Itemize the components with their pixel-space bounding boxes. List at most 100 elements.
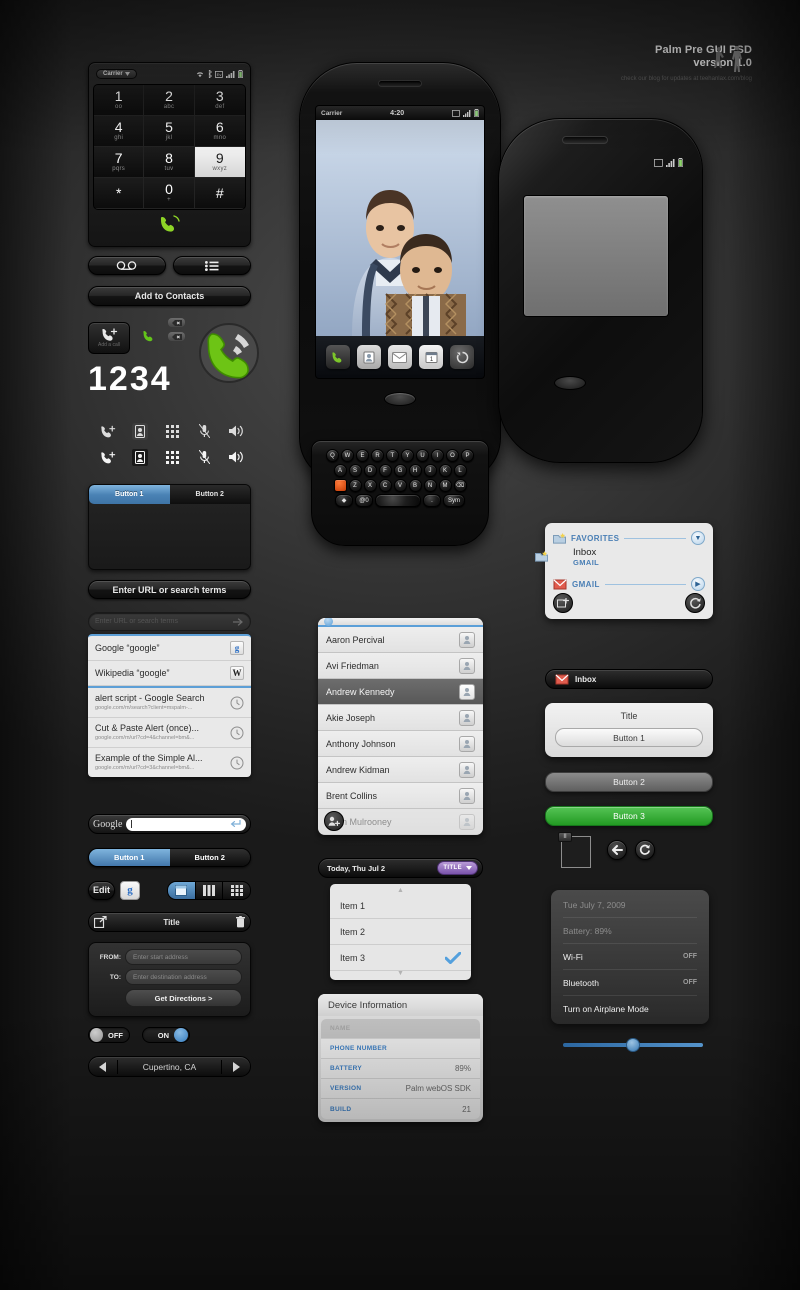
scroll-handle[interactable]: [324, 618, 333, 626]
dial-key-3[interactable]: 3 def: [194, 85, 245, 116]
add-contact-fab[interactable]: [324, 811, 344, 831]
list-item[interactable]: Item 1: [330, 893, 471, 919]
edit-button[interactable]: Edit: [88, 880, 115, 900]
search-result-item[interactable]: Wikipedia “google” W: [88, 661, 251, 686]
dial-key-0[interactable]: 0 +: [144, 178, 195, 209]
collapse-chevron-down-icon[interactable]: ▼: [691, 531, 705, 545]
list-item[interactable]: Item 2: [330, 919, 471, 945]
stepper-next-button[interactable]: [222, 1061, 250, 1072]
clear-buttons-group[interactable]: [168, 318, 185, 341]
share-icon[interactable]: [94, 916, 107, 928]
key-B[interactable]: B: [408, 479, 422, 492]
sync-refresh-button[interactable]: [685, 593, 705, 613]
key-H[interactable]: H: [408, 464, 422, 477]
url-bar-button[interactable]: Enter URL or search terms: [88, 580, 251, 599]
favorites-row[interactable]: FAVORITES ▼: [553, 529, 705, 547]
gesture-area-button[interactable]: [384, 392, 416, 406]
view-mode-switcher[interactable]: [167, 880, 251, 900]
contact-row[interactable]: Anthony Johnson: [318, 731, 483, 757]
key-J[interactable]: J: [423, 464, 437, 477]
dialer-keypad[interactable]: 1 oo 2 abc 3 def 4 ghi 5 jkl 6 mno 7 pqrs 8 tuv …: [93, 84, 246, 210]
key-F[interactable]: F: [378, 464, 392, 477]
key-L[interactable]: L: [453, 464, 467, 477]
add-to-contacts-button[interactable]: Add to Contacts: [88, 286, 251, 306]
dial-key-star[interactable]: *: [94, 178, 145, 209]
slide-out-keyboard[interactable]: Q W E R T Y U I O P A S D F G H J K L Z …: [311, 440, 489, 546]
period-key[interactable]: .: [423, 494, 441, 507]
dialog-button-3-green[interactable]: Button 3: [545, 806, 713, 826]
dial-key-2[interactable]: 2 abc: [144, 85, 195, 116]
dial-key-1[interactable]: 1 oo: [94, 85, 145, 116]
contacts-scrollbar[interactable]: [318, 618, 483, 627]
switch-off[interactable]: OFF: [88, 1027, 130, 1043]
tab-button-1[interactable]: Button 1: [89, 485, 170, 504]
dial-key-8[interactable]: 8 tuv: [144, 147, 195, 178]
compose-mail-button[interactable]: [553, 593, 573, 613]
contact-row[interactable]: Brent Collins: [318, 783, 483, 809]
contacts-app-icon[interactable]: [356, 345, 381, 369]
key-G[interactable]: G: [393, 464, 407, 477]
speaker-grid-icon[interactable]: [220, 418, 252, 444]
settings-bluetooth-row[interactable]: Bluetooth OFF: [563, 970, 697, 996]
scroll-down-arrow-icon[interactable]: ▼: [330, 970, 471, 977]
search-result-item[interactable]: Cut & Paste Alert (once)... google.com/m…: [88, 718, 251, 748]
search-input[interactable]: Enter URL or search terms: [88, 612, 251, 631]
mute-grid-icon[interactable]: [188, 418, 220, 444]
add-call-grid-icon[interactable]: [92, 418, 124, 444]
card-widget[interactable]: II: [558, 832, 591, 868]
speaker-grid-icon-row2[interactable]: [220, 444, 252, 470]
trash-icon[interactable]: [236, 916, 245, 928]
list-item-checked[interactable]: Item 3: [330, 945, 471, 971]
dial-key-hash[interactable]: #: [194, 178, 245, 209]
carrier-dropdown[interactable]: Carrier: [96, 69, 137, 79]
large-call-icon[interactable]: [198, 322, 260, 384]
call-button-bar[interactable]: [93, 213, 246, 235]
key-A[interactable]: A: [333, 464, 347, 477]
key-P[interactable]: P: [461, 449, 474, 462]
key-Z[interactable]: Z: [348, 479, 362, 492]
add-call-grid-icon-row2[interactable]: [92, 444, 124, 470]
back-button[interactable]: [607, 840, 627, 860]
orange-modifier-key[interactable]: ◆: [335, 494, 353, 507]
google-search-input[interactable]: [126, 817, 246, 831]
key-U[interactable]: U: [416, 449, 429, 462]
switch-on[interactable]: ON: [142, 1027, 190, 1043]
title-dropdown-pill[interactable]: TITLE: [437, 861, 478, 875]
google-search-bar[interactable]: Google: [88, 814, 251, 834]
add-a-call-button[interactable]: Add a call: [88, 322, 130, 354]
key-I[interactable]: I: [431, 449, 444, 462]
dial-key-6[interactable]: 6 mno: [194, 116, 245, 147]
key-K[interactable]: K: [438, 464, 452, 477]
contact-row[interactable]: Avi Friedman: [318, 653, 483, 679]
key-Q[interactable]: Q: [326, 449, 339, 462]
segmented-control[interactable]: Button 1 Button 2: [88, 848, 251, 867]
keypad-grid-icon-row2[interactable]: [156, 444, 188, 470]
search-result-item[interactable]: Google “google” g: [88, 636, 251, 661]
sym-key[interactable]: Sym: [443, 494, 465, 507]
segment-button-1[interactable]: Button 1: [89, 849, 170, 866]
dialog-button-2[interactable]: Button 2: [545, 772, 713, 792]
dialog-button-1[interactable]: Button 1: [555, 728, 703, 747]
key-O[interactable]: O: [446, 449, 459, 462]
to-input[interactable]: Enter destination address: [125, 969, 242, 985]
backspace-button-1[interactable]: [168, 318, 185, 327]
stepper-prev-button[interactable]: [89, 1061, 117, 1072]
space-key[interactable]: [375, 494, 421, 507]
contact-row[interactable]: Aaron Percival: [318, 627, 483, 653]
inbox-row[interactable]: Inbox GMAIL: [535, 547, 705, 571]
key-N[interactable]: N: [423, 479, 437, 492]
reload-button[interactable]: [635, 840, 655, 860]
key-M[interactable]: M: [438, 479, 452, 492]
contacts-grid-icon-row2[interactable]: [124, 444, 156, 470]
view-grid-button[interactable]: [223, 881, 250, 899]
view-single-button[interactable]: [168, 881, 196, 899]
dial-key-4[interactable]: 4 ghi: [94, 116, 145, 147]
settings-wifi-row[interactable]: Wi-Fi OFF: [563, 944, 697, 970]
gmail-row[interactable]: GMAIL ▶: [553, 575, 705, 593]
backspace-button-2[interactable]: [168, 332, 185, 341]
key-D[interactable]: D: [363, 464, 377, 477]
key-W[interactable]: W: [341, 449, 354, 462]
key-R[interactable]: R: [371, 449, 384, 462]
key-S[interactable]: S: [348, 464, 362, 477]
key-V[interactable]: V: [393, 479, 407, 492]
